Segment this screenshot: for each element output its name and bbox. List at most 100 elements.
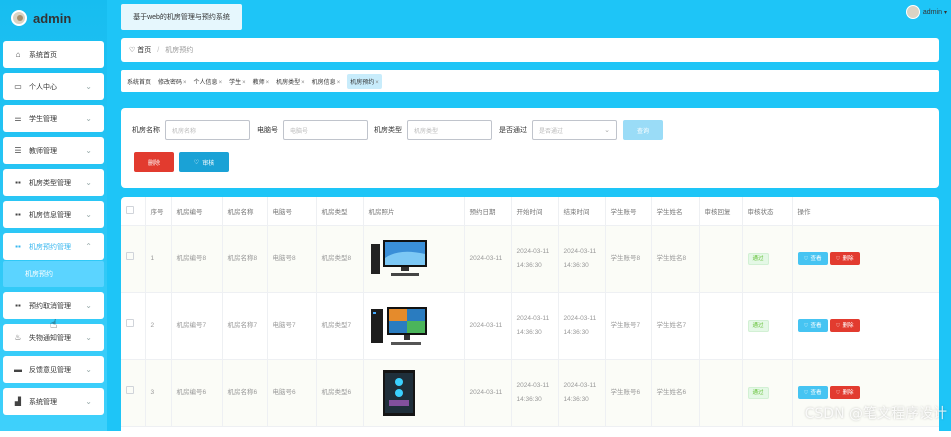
sliders-icon: ⚌ [14, 114, 22, 123]
chevron-down-icon: ⌄ [85, 114, 92, 123]
status-cell: 通过 [742, 292, 793, 360]
table-header-cell: 机房编号 [171, 197, 223, 226]
sidebar: admin ⌂ 系统首页 ▭ 个人中心 ⌄ ⚌ 学生管理 ⌄ ☰ 教师管理 ⌄ ▪▪ 机房类型管理 ⌄ ▪▪… [0, 0, 107, 431]
delete-button[interactable]: 删除 [134, 152, 174, 172]
home-icon: ⌂ [15, 50, 21, 59]
row-checkbox-cell [121, 359, 146, 427]
tag-item[interactable]: 系统首页 [127, 77, 151, 86]
row-checkbox[interactable] [126, 385, 134, 394]
cell-end: 2024-03-11 14:36:30 [558, 292, 606, 360]
cell-room-no: 机房编号8 [171, 225, 223, 293]
table-header-cell: 学生姓名 [651, 197, 700, 226]
close-icon[interactable]: × [337, 80, 341, 86]
cell-date: 2024-03-11 [464, 292, 512, 360]
table-header-row: 序号 机房编号 机房名称 电脑号 机房类型 机房照片 预约日期 开始时间 结束时间 学生账号 学生姓… [121, 197, 939, 226]
sidebar-item[interactable]: ▪▪ 机房预约管理 ⌃ [3, 233, 104, 260]
chevron-down-icon: ⌄ [85, 82, 92, 91]
tag-item[interactable]: 机房类型× [276, 77, 305, 86]
sidebar-item[interactable]: ⌂ 系统首页 [3, 41, 104, 68]
caret-down-icon: ▾ [943, 9, 947, 16]
sidebar-item-label: 机房预约管理 [29, 243, 71, 251]
sidebar-item[interactable]: ⚌ 学生管理 ⌄ [3, 105, 104, 132]
pc-no-input[interactable]: 电脑号 [283, 120, 368, 140]
room-name-label: 机房名称 [132, 127, 160, 134]
view-button[interactable]: ♡ 查看 [797, 252, 828, 265]
close-icon[interactable]: × [266, 80, 270, 86]
close-icon[interactable]: × [242, 80, 246, 86]
submenu-item-room-booking[interactable]: 机房预约 [3, 261, 104, 287]
table-header-cell: 预约日期 [464, 197, 512, 226]
row-delete-button[interactable]: ♡ 删除 [829, 252, 860, 265]
sidebar-item-label: 学生管理 [29, 115, 57, 123]
tag-item[interactable]: 教师× [253, 77, 270, 86]
table-row[interactable]: 1 机房编号8 机房名称8 电脑号8 机房类型8 2024-03-11 2024-03-11… [121, 225, 939, 293]
close-icon[interactable]: × [183, 80, 187, 86]
close-icon[interactable]: × [301, 80, 305, 86]
heart-icon: ♡ [803, 255, 809, 262]
sidebar-item-label: 个人中心 [29, 83, 57, 91]
table-header-cell: 电脑号 [267, 197, 317, 226]
sidebar-item[interactable]: ☰ 教师管理 ⌄ [3, 137, 104, 164]
cell-student-name: 学生姓名8 [651, 225, 700, 293]
audit-button-label: 审核 [202, 160, 215, 167]
cell-start: 2024-03-11 14:36:30 [511, 292, 559, 360]
pass-select[interactable]: 是否通过 ⌄ [532, 120, 617, 140]
sidebar-item[interactable]: ▪▪ 机房信息管理 ⌄ [3, 201, 104, 228]
tag-label: 个人信息 [193, 79, 218, 86]
tag-label: 学生 [229, 79, 242, 86]
row-delete-button[interactable]: ♡ 删除 [829, 386, 860, 399]
sidebar-item[interactable]: ▭ 个人中心 ⌄ [3, 73, 104, 100]
chevron-down-icon: ⌄ [85, 397, 92, 406]
heart-icon: ♡ [803, 322, 809, 329]
room-photo [363, 225, 465, 293]
view-button[interactable]: ♡ 查看 [797, 319, 828, 332]
select-all-checkbox[interactable] [126, 205, 134, 214]
sidebar-item-label: 预约取消管理 [29, 302, 71, 310]
status-badge: 通过 [747, 386, 769, 399]
close-icon[interactable]: × [375, 80, 379, 86]
view-button[interactable]: ♡ 查看 [797, 386, 828, 399]
row-delete-button[interactable]: ♡ 删除 [829, 319, 860, 332]
tag-item[interactable]: 机房预约× [347, 73, 382, 89]
heart-icon: ♡ [835, 255, 841, 262]
user-menu[interactable]: admin ▾ [905, 5, 947, 19]
table-header-cell [121, 197, 146, 226]
query-button[interactable]: 查询 [623, 120, 663, 140]
cell-student-name: 学生姓名6 [651, 359, 700, 427]
cell-start: 2024-03-11 14:36:30 [511, 359, 559, 427]
breadcrumb-separator: / [157, 46, 160, 54]
data-table: 序号 机房编号 机房名称 电脑号 机房类型 机房照片 预约日期 开始时间 结束时间 学生账号 学生姓… [121, 197, 939, 437]
sidebar-item[interactable]: ▪▪ 机房类型管理 ⌄ [3, 169, 104, 196]
chevron-down-icon: ⌄ [85, 178, 92, 187]
room-name-input[interactable]: 机房名称 [165, 120, 250, 140]
status-badge: 通过 [747, 252, 769, 265]
sidebar-item[interactable]: ▟ 系统管理 ⌄ [3, 388, 104, 415]
sidebar-item[interactable]: ▪▪ 预约取消管理 ⌄ [3, 292, 104, 319]
cell-student-name: 学生姓名7 [651, 292, 700, 360]
cell-student-no: 学生账号8 [605, 225, 652, 293]
watermark: CSDN @笔文程序设计 [804, 406, 947, 422]
row-checkbox[interactable] [126, 318, 134, 327]
sidebar-item-label: 教师管理 [29, 147, 57, 155]
tag-item[interactable]: 个人信息× [194, 77, 223, 86]
audit-button[interactable]: ♡ 审核 [179, 152, 229, 172]
room-type-input[interactable]: 机房类型 [407, 120, 492, 140]
cell-reply [699, 359, 743, 427]
close-icon[interactable]: × [219, 80, 223, 86]
tag-item[interactable]: 学生× [229, 77, 246, 86]
cell-end: 2024-03-11 14:36:30 [558, 359, 606, 427]
row-checkbox[interactable] [126, 251, 134, 260]
tag-item[interactable]: 机房信息× [312, 77, 341, 86]
sidebar-item-label: 反馈意见管理 [29, 366, 71, 374]
breadcrumb-home[interactable]: 首页 [137, 45, 151, 55]
chevron-up-icon: ⌃ [85, 242, 92, 251]
cell-room-no: 机房编号7 [171, 292, 223, 360]
table-row[interactable]: 2 机房编号7 机房名称7 电脑号7 机房类型7 2024-03-11 2024-03-11… [121, 292, 939, 360]
table-header-cell: 操作 [792, 197, 939, 226]
sidebar-item[interactable]: ▬ 反馈意见管理 ⌄ [3, 356, 104, 383]
tag-label: 教师 [252, 79, 265, 86]
table-header-cell: 审核回复 [699, 197, 743, 226]
row-index: 3 [145, 359, 172, 427]
list-icon: ☰ [14, 146, 22, 155]
tag-item[interactable]: 修改密码× [158, 77, 187, 86]
